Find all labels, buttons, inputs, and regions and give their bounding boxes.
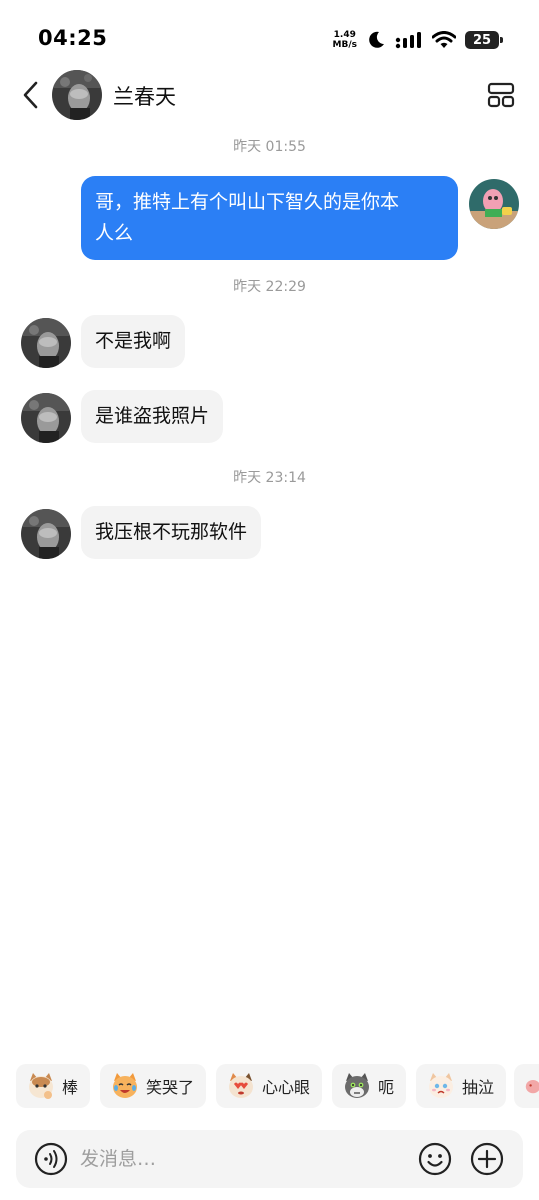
sticker-chip-thumbs-up[interactable]: 棒: [16, 1064, 91, 1108]
cat-sob-icon: [429, 1073, 453, 1098]
status-time: 04:25: [38, 26, 108, 50]
contact-name: 兰春天: [113, 85, 176, 109]
sticker-chip-heart-eyes[interactable]: 心心眼: [216, 1064, 323, 1108]
contact-avatar[interactable]: [52, 70, 102, 120]
sticker-chip-laugh-cry[interactable]: 笑哭了: [100, 1064, 207, 1108]
sticker-label: 笑哭了: [146, 1078, 195, 1097]
message-input[interactable]: [80, 1143, 400, 1175]
message-list[interactable]: 昨天 01:55 哥，推特上有个叫山下智久的是你本 人么 昨天 22:29 不是…: [0, 124, 539, 1054]
message-input-bar: [16, 1130, 523, 1188]
sticker-label: 呃: [378, 1078, 395, 1097]
sticker-chip-awkward[interactable]: 呃: [332, 1064, 407, 1108]
wifi-icon: [432, 31, 456, 48]
message-text-line: 人么: [95, 222, 134, 244]
sticker-chip-more[interactable]: [514, 1064, 539, 1108]
signal-icon: [395, 32, 421, 49]
voice-icon: [34, 1142, 68, 1176]
network-speed-value: 1.49: [333, 30, 356, 40]
sticker-label: 抽泣: [462, 1078, 495, 1097]
cat-sticker-icon: [525, 1080, 539, 1094]
layout-button[interactable]: [487, 81, 515, 109]
cat-awkward-icon: [345, 1073, 369, 1098]
network-speed-unit: MB/s: [332, 40, 357, 50]
battery-icon: 25: [465, 31, 503, 49]
cat-heart-eyes-icon: [229, 1073, 253, 1098]
incoming-message-bubble[interactable]: 我压根不玩那软件: [81, 506, 262, 559]
chat-header: 兰春天: [0, 66, 539, 124]
plus-icon: [470, 1142, 504, 1176]
sticker-suggestion-bar: 棒 笑哭了 心心眼 呃 抽泣: [16, 1064, 539, 1110]
sticker-label: 心心眼: [262, 1078, 311, 1097]
message-text: 是谁盗我照片: [95, 405, 210, 427]
incoming-message-bubble[interactable]: 是谁盗我照片: [81, 390, 224, 443]
message-text: 我压根不玩那软件: [95, 521, 248, 543]
sticker-label: 棒: [62, 1078, 79, 1097]
contact-message-avatar[interactable]: [21, 393, 71, 443]
status-icons: 1.49 MB/s 25: [333, 26, 503, 54]
voice-button[interactable]: [34, 1142, 68, 1176]
status-bar: 04:25 1.49 MB/s 25: [0, 0, 539, 72]
back-arrow-icon: [23, 81, 38, 109]
message-timestamp: 昨天 01:55: [233, 139, 306, 155]
my-avatar[interactable]: [469, 179, 519, 229]
incoming-message-bubble[interactable]: 不是我啊: [81, 315, 186, 368]
layout-grid-icon: [487, 82, 515, 108]
message-text: 不是我啊: [95, 330, 172, 352]
moon-icon: [369, 31, 384, 48]
more-actions-button[interactable]: [470, 1142, 504, 1176]
network-speed: 1.49 MB/s: [333, 30, 357, 50]
emoji-icon: [418, 1142, 452, 1176]
battery-level: 25: [472, 32, 492, 48]
message-text-line: 哥，推特上有个叫山下智久的是你本: [95, 191, 400, 213]
contact-message-avatar[interactable]: [21, 509, 71, 559]
cat-thumbs-up-icon: [29, 1073, 53, 1099]
message-timestamp: 昨天 22:29: [233, 279, 306, 295]
back-button[interactable]: [18, 80, 44, 110]
contact-message-avatar[interactable]: [21, 318, 71, 368]
emoji-button[interactable]: [418, 1142, 452, 1176]
sticker-chip-sob[interactable]: 抽泣: [416, 1064, 507, 1108]
cat-laugh-cry-icon: [113, 1073, 137, 1098]
outgoing-message-bubble[interactable]: 哥，推特上有个叫山下智久的是你本 人么: [81, 176, 458, 260]
message-timestamp: 昨天 23:14: [233, 470, 306, 486]
